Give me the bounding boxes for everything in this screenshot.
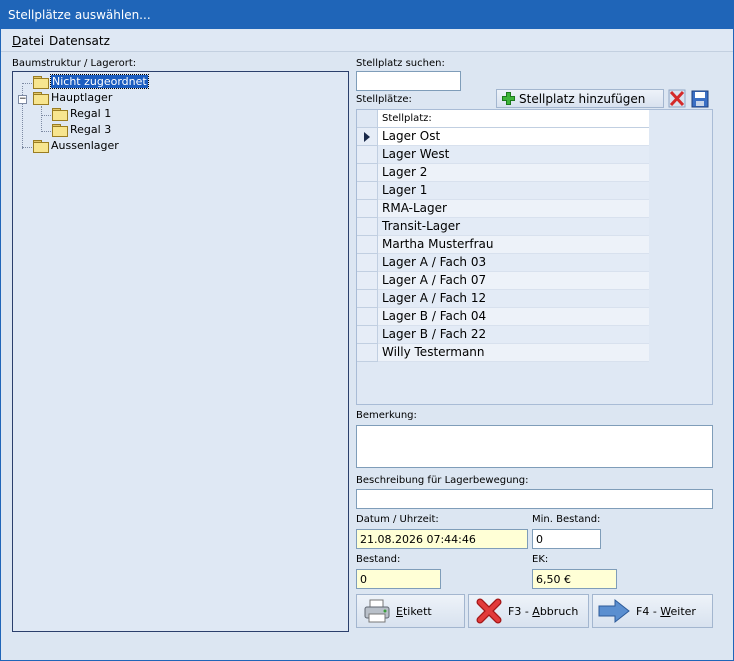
table-row[interactable]: Lager West <box>357 146 649 164</box>
folder-icon <box>33 140 49 153</box>
title-bar: Stellplätze auswählen... <box>1 1 733 29</box>
label-print-button[interactable]: Etikett <box>356 594 465 628</box>
tree-node-shelf1[interactable]: Regal 1 <box>70 107 111 120</box>
tree-node-unassigned[interactable]: Nicht zugeordnet <box>50 74 149 89</box>
save-icon[interactable] <box>691 89 709 108</box>
printer-icon <box>364 599 390 623</box>
row-selector[interactable] <box>357 164 378 182</box>
location-tree[interactable]: Nicht zugeordnet − Hauptlager Regal 1 Re… <box>12 71 349 632</box>
location-cell[interactable]: Willy Testermann <box>378 344 649 362</box>
row-selector[interactable] <box>357 254 378 272</box>
menu-record[interactable]: Datensatz <box>49 34 110 48</box>
table-row[interactable]: Lager 2 <box>357 164 649 182</box>
location-cell[interactable]: Lager A / Fach 12 <box>378 290 649 308</box>
movement-label: Beschreibung für Lagerbewegung: <box>356 475 529 486</box>
row-selector[interactable] <box>357 128 378 146</box>
cancel-label: F3 - Abbruch <box>508 604 579 618</box>
row-selector[interactable] <box>357 218 378 236</box>
table-row[interactable]: Willy Testermann <box>357 344 649 362</box>
next-button[interactable]: F4 - Weiter <box>592 594 713 628</box>
tree-node-outer[interactable]: Aussenlager <box>51 139 119 152</box>
min-stock-label: Min. Bestand: <box>532 514 601 525</box>
location-cell[interactable]: RMA-Lager <box>378 200 649 218</box>
tree-node-shelf3[interactable]: Regal 3 <box>70 123 111 136</box>
dialog-window: Stellplätze auswählen... Datei Datensatz… <box>0 0 734 661</box>
remark-field[interactable] <box>356 425 713 468</box>
tree-node-main[interactable]: Hauptlager <box>51 91 112 104</box>
location-cell[interactable]: Transit-Lager <box>378 218 649 236</box>
collapse-icon[interactable]: − <box>18 95 27 104</box>
tree-label: Baumstruktur / Lagerort: <box>12 58 137 69</box>
location-cell[interactable]: Lager 2 <box>378 164 649 182</box>
add-location-button[interactable]: Stellplatz hinzufügen <box>496 89 664 108</box>
column-header-location[interactable]: Stellplatz: <box>378 110 649 128</box>
row-selector[interactable] <box>357 146 378 164</box>
row-selector[interactable] <box>357 182 378 200</box>
table-row[interactable]: Transit-Lager <box>357 218 649 236</box>
add-location-label: Stellplatz hinzufügen <box>519 91 646 106</box>
location-cell[interactable]: Lager A / Fach 07 <box>378 272 649 290</box>
table-row[interactable]: Lager A / Fach 12 <box>357 290 649 308</box>
locations-label: Stellplätze: <box>356 94 412 105</box>
table-row[interactable]: Lager A / Fach 03 <box>357 254 649 272</box>
movement-field[interactable] <box>356 489 713 509</box>
remark-label: Bemerkung: <box>356 410 417 421</box>
row-selector[interactable] <box>357 326 378 344</box>
folder-icon <box>33 76 49 89</box>
min-stock-field[interactable]: 0 <box>532 529 601 549</box>
close-icon <box>476 598 502 624</box>
location-cell[interactable]: Martha Musterfrau <box>378 236 649 254</box>
row-selector[interactable] <box>357 200 378 218</box>
stock-label: Bestand: <box>356 554 401 565</box>
table-row[interactable]: Lager 1 <box>357 182 649 200</box>
table-row[interactable]: RMA-Lager <box>357 200 649 218</box>
row-selector[interactable] <box>357 290 378 308</box>
datetime-field[interactable]: 21.08.2026 07:44:46 <box>356 529 528 549</box>
row-selector[interactable] <box>357 308 378 326</box>
window-title: Stellplätze auswählen... <box>8 8 151 22</box>
table-row[interactable]: Lager B / Fach 22 <box>357 326 649 344</box>
cancel-button[interactable]: F3 - Abbruch <box>468 594 589 628</box>
search-input[interactable] <box>356 71 461 91</box>
delete-icon[interactable] <box>668 89 686 108</box>
folder-icon <box>52 124 68 137</box>
location-cell[interactable]: Lager Ost <box>378 128 649 146</box>
location-cell[interactable]: Lager 1 <box>378 182 649 200</box>
menu-bar: Datei Datensatz <box>1 30 733 52</box>
arrow-right-icon <box>598 598 630 624</box>
plus-icon <box>502 92 515 105</box>
table-row[interactable]: Lager B / Fach 04 <box>357 308 649 326</box>
table-row[interactable]: Lager A / Fach 07 <box>357 272 649 290</box>
datetime-label: Datum / Uhrzeit: <box>356 514 439 525</box>
label-print-label: Etikett <box>396 604 432 618</box>
folder-icon <box>52 108 68 121</box>
stock-field[interactable]: 0 <box>356 569 441 589</box>
row-selector[interactable] <box>357 272 378 290</box>
table-row[interactable]: Martha Musterfrau <box>357 236 649 254</box>
row-selector[interactable] <box>357 344 378 362</box>
table-row[interactable]: Lager Ost <box>357 128 649 146</box>
current-row-icon <box>364 132 370 142</box>
row-selector[interactable] <box>357 236 378 254</box>
next-label: F4 - Weiter <box>636 604 696 618</box>
folder-icon <box>33 92 49 105</box>
location-cell[interactable]: Lager B / Fach 22 <box>378 326 649 344</box>
search-label: Stellplatz suchen: <box>356 58 445 69</box>
ek-field[interactable]: 6,50 € <box>532 569 617 589</box>
location-cell[interactable]: Lager West <box>378 146 649 164</box>
ek-label: EK: <box>532 554 549 565</box>
location-cell[interactable]: Lager A / Fach 03 <box>378 254 649 272</box>
locations-grid[interactable]: Stellplatz: Lager Ost Lager West Lager 2 La… <box>356 109 713 405</box>
location-cell[interactable]: Lager B / Fach 04 <box>378 308 649 326</box>
menu-file[interactable]: Datei <box>12 34 44 48</box>
